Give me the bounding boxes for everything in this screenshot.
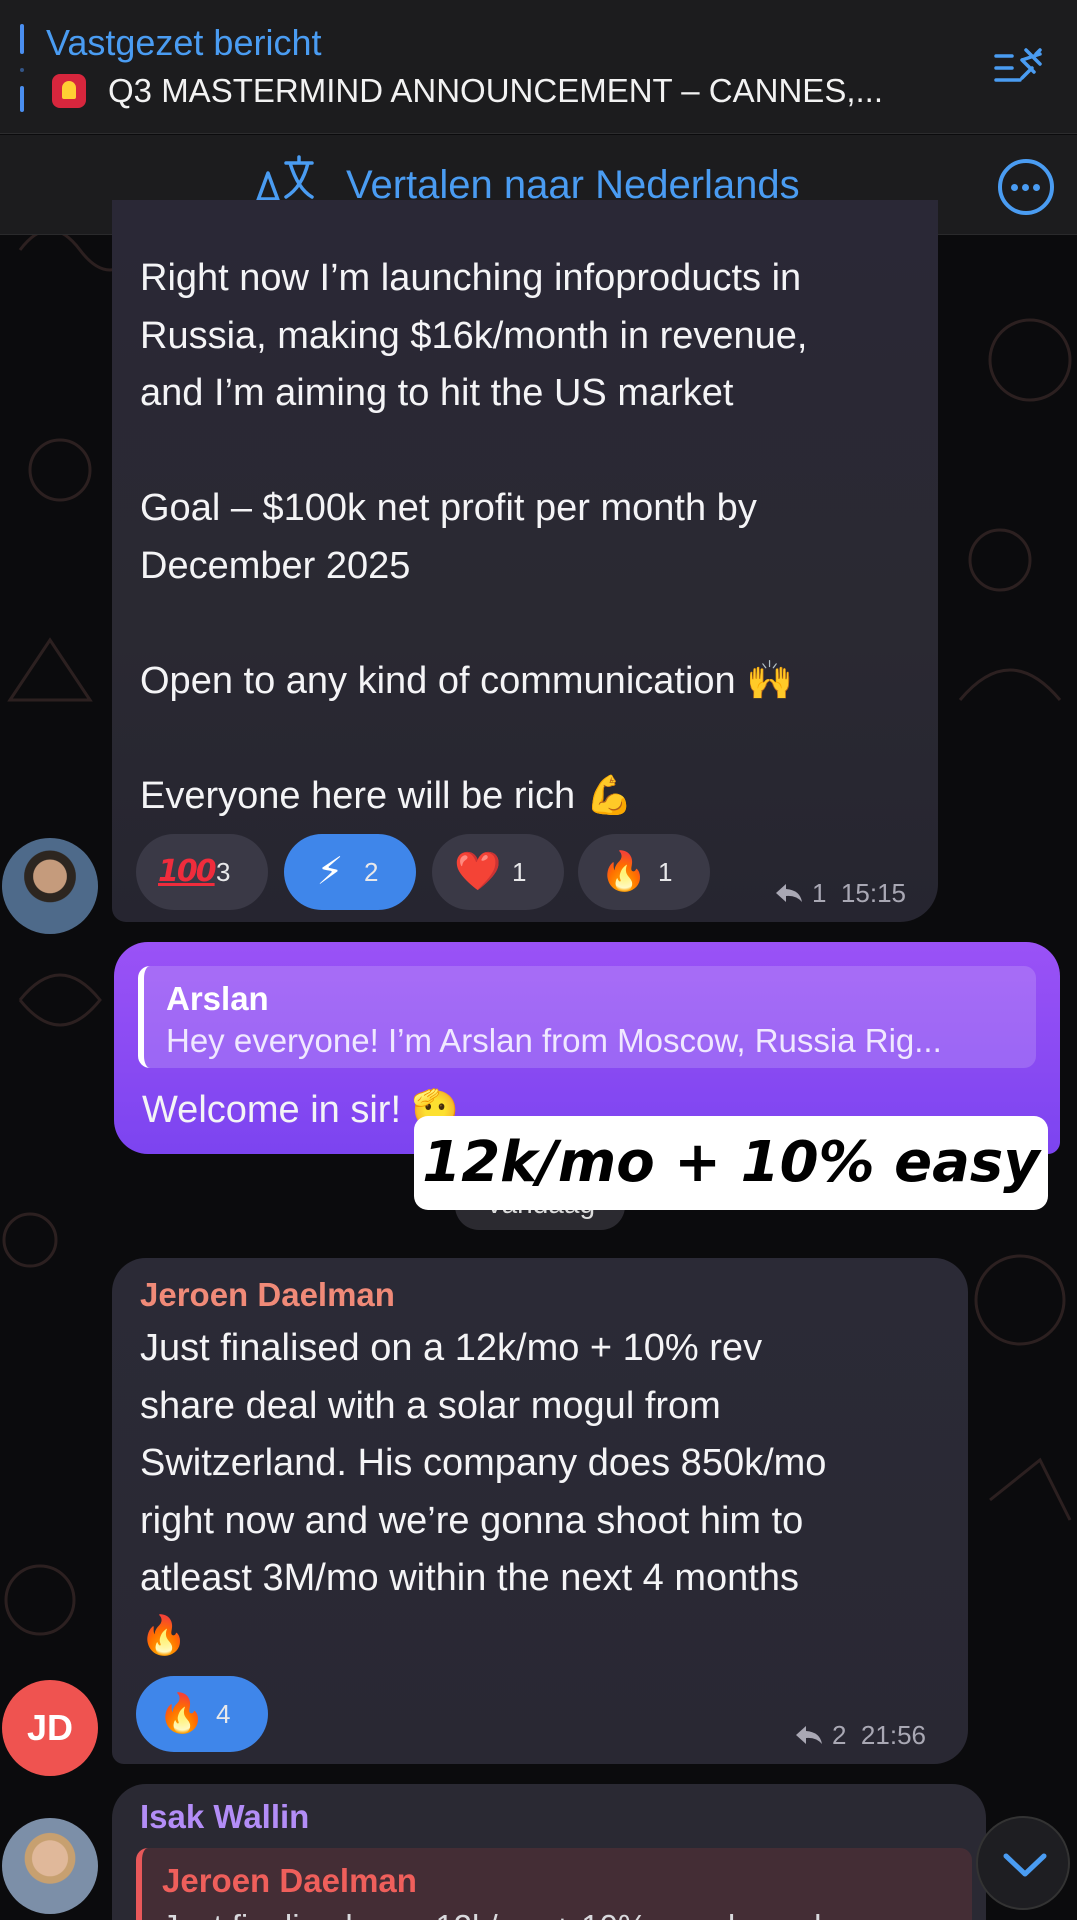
- reply-arrow-icon: [796, 1726, 822, 1744]
- message-meta: 2 21:56: [794, 1720, 926, 1751]
- pinned-message-bar[interactable]: Vastgezet bericht Q3 MASTERMIND ANNOUNCE…: [0, 0, 1077, 134]
- pinned-message-text: Q3 MASTERMIND ANNOUNCEMENT – CANNES,...: [52, 72, 883, 110]
- reply-quote[interactable]: Jeroen Daelman Just finalised on a 12k/m…: [136, 1848, 972, 1920]
- pinned-indicator: [20, 24, 24, 114]
- avatar[interactable]: [2, 838, 98, 934]
- pinned-list-icon[interactable]: [992, 46, 1048, 92]
- heart-icon: ❤️: [454, 851, 502, 893]
- reaction-fire[interactable]: 🔥 4: [136, 1676, 268, 1752]
- overlay-caption: 12k/mo + 10% easy: [414, 1116, 1048, 1210]
- lightning-icon: ⚡: [316, 851, 344, 893]
- reaction-fire[interactable]: 🔥 1: [578, 834, 710, 910]
- reaction-heart[interactable]: ❤️ 1: [432, 834, 564, 910]
- scroll-down-button[interactable]: [976, 1816, 1070, 1910]
- avatar[interactable]: JD: [2, 1680, 98, 1776]
- reaction-hundred[interactable]: 100 3: [136, 834, 268, 910]
- message-meta: 1 15:15: [774, 878, 906, 909]
- sender-name[interactable]: Jeroen Daelman: [140, 1276, 395, 1314]
- siren-icon: [52, 74, 86, 108]
- fire-icon: 🔥: [600, 851, 648, 893]
- message-text: Welcome in sir! 🫡: [142, 1089, 459, 1131]
- hundred-icon: 100: [158, 854, 217, 889]
- message-bubble-incoming[interactable]: Jeroen Daelman Just finalised on a 12k/m…: [112, 1258, 968, 1764]
- quote-sender: Jeroen Daelman: [162, 1862, 417, 1899]
- more-options-button[interactable]: [998, 159, 1054, 215]
- chevron-down-icon: [1003, 1853, 1047, 1877]
- avatar[interactable]: [2, 1818, 98, 1914]
- quote-text: Hey everyone! I’m Arslan from Moscow, Ru…: [166, 1022, 942, 1059]
- sender-name[interactable]: Isak Wallin: [140, 1798, 309, 1836]
- reply-arrow-icon: [776, 884, 802, 902]
- fire-icon: 🔥: [158, 1693, 206, 1735]
- reaction-lightning[interactable]: ⚡ 2: [284, 834, 416, 910]
- message-bubble-incoming[interactable]: Right now I’m launching infoproducts in …: [112, 200, 938, 922]
- message-bubble-incoming[interactable]: Isak Wallin Jeroen Daelman Just finalise…: [112, 1784, 986, 1920]
- pinned-title: Vastgezet bericht: [46, 22, 322, 63]
- message-text: Right now I’m launching infoproducts in …: [140, 257, 808, 817]
- quote-sender: Arslan: [166, 980, 269, 1017]
- reply-quote[interactable]: Arslan Hey everyone! I’m Arslan from Mos…: [138, 966, 1036, 1068]
- quote-text: Just finalised on a 12k/mo + 10% rev sha…: [162, 1908, 849, 1920]
- message-text: Just finalised on a 12k/mo + 10% rev sha…: [140, 1327, 827, 1657]
